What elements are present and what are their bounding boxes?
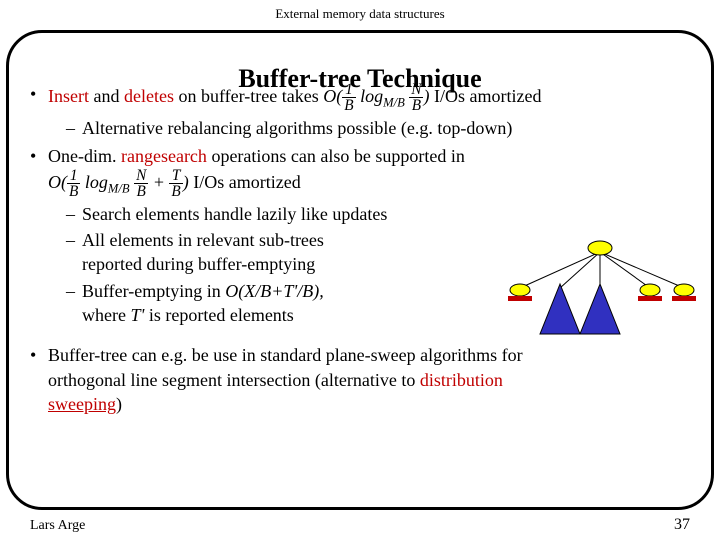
formula-insert-complexity: O(1B logM/B NB): [323, 82, 429, 114]
footer-page-number: 37: [674, 516, 690, 534]
text: I/Os amortized: [193, 172, 300, 192]
formula-xb-tb: O(X/B+T'/B),: [225, 281, 323, 301]
text: operations can also be supported in: [207, 146, 465, 166]
text: and: [89, 86, 124, 106]
bullet-insert-delete: Insert and deletes on buffer-tree takes …: [30, 82, 690, 140]
word-deletes: deletes: [124, 86, 174, 106]
sub-search-lazy: Search elements handle lazily like updat…: [48, 202, 690, 226]
tree-svg: [504, 238, 696, 358]
word-rangesearch: rangesearch: [121, 146, 207, 166]
formula-rangesearch-complexity: O(1B logM/B NB + TB): [48, 168, 189, 200]
footer-author: Lars Arge: [30, 518, 85, 534]
text: One-dim.: [48, 146, 121, 166]
word-insert: Insert: [48, 86, 89, 106]
page-header: External memory data structures: [0, 0, 720, 24]
sub-alt-rebalancing: Alternative rebalancing algorithms possi…: [48, 116, 690, 140]
word-sweeping: sweeping: [48, 394, 116, 414]
tree-diagram: [504, 238, 696, 358]
word-distribution: distribution: [420, 370, 503, 390]
text: on buffer-tree takes: [174, 86, 323, 106]
text: I/Os amortized: [429, 86, 541, 106]
